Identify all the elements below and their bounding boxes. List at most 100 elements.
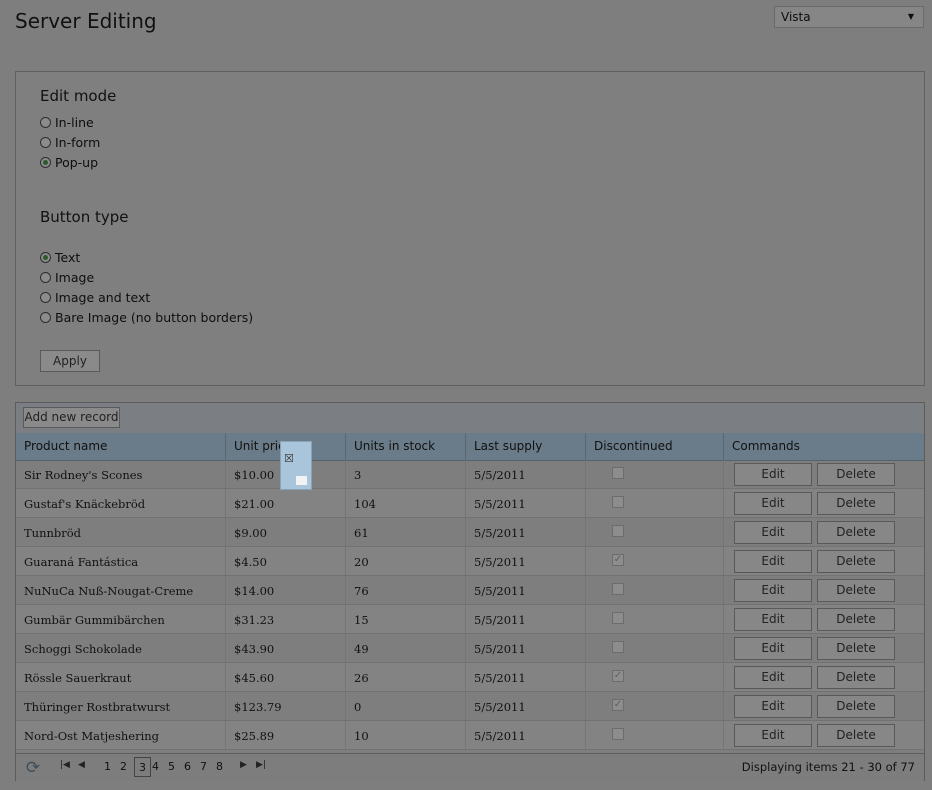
cell-units-in-stock: 3 (346, 460, 466, 488)
page-number-2[interactable]: 2 (120, 760, 127, 773)
cell-last-supply: 5/5/2011 (466, 518, 586, 546)
cell-last-supply: 5/5/2011 (466, 663, 586, 691)
cell-units-in-stock: 61 (346, 518, 466, 546)
table-row[interactable]: Schoggi Schokolade $43.90 49 5/5/2011 Edit De… (16, 634, 924, 663)
cell-unit-price: $123.79 (226, 692, 346, 720)
radio-button[interactable] (40, 156, 51, 168)
button-type-heading: Button type (40, 208, 129, 226)
radio-button[interactable] (40, 291, 51, 303)
discontinued-checkbox (612, 525, 624, 537)
grid-toolbar: Add new record (16, 403, 924, 434)
table-row[interactable]: Nord-Ost Matjeshering $25.89 10 5/5/2011 Edi… (16, 721, 924, 750)
cell-product-name: Gustaf's Knäckebröd (16, 489, 226, 517)
page-number-5[interactable]: 5 (168, 760, 175, 773)
edit-button[interactable]: Edit (734, 521, 812, 544)
table-row[interactable]: Gustaf's Knäckebröd $21.00 104 5/5/2011 Edit… (16, 489, 924, 518)
delete-button[interactable]: Delete (817, 695, 895, 718)
edit-button[interactable]: Edit (734, 492, 812, 515)
delete-button[interactable]: Delete (817, 550, 895, 573)
cell-discontinued (586, 605, 724, 633)
cell-units-in-stock: 20 (346, 547, 466, 575)
radio-button[interactable] (40, 251, 51, 263)
cell-last-supply: 5/5/2011 (466, 692, 586, 720)
table-row[interactable]: Guaraná Fantástica $4.50 20 5/5/2011 ✓ Edit De… (16, 547, 924, 576)
page-number-6[interactable]: 6 (184, 760, 191, 773)
grid-pager: ⟳ |◀ ◀ 12345678 ▶ ▶| Displaying items 21… (16, 753, 924, 781)
delete-button[interactable]: Delete (817, 608, 895, 631)
cell-last-supply: 5/5/2011 (466, 721, 586, 749)
prev-page-icon[interactable]: ◀ (78, 760, 85, 770)
radio-button[interactable] (40, 271, 51, 283)
radio-button[interactable] (40, 116, 51, 128)
delete-button[interactable]: Delete (817, 579, 895, 602)
next-page-icon[interactable]: ▶ (240, 760, 247, 770)
grid-header: Product name Unit price Units in stock L… (16, 433, 924, 461)
column-header-discontinued[interactable]: Discontinued (586, 433, 724, 460)
first-page-icon[interactable]: |◀ (60, 760, 70, 770)
page-number-3[interactable]: 3 (134, 757, 151, 777)
radio-button[interactable] (40, 311, 51, 323)
radio-button-type-image[interactable]: Image (40, 268, 94, 286)
cell-discontinued (586, 692, 724, 720)
radio-edit-mode-inline[interactable]: In-line (40, 113, 94, 131)
edit-button[interactable]: Edit (734, 550, 812, 573)
discontinued-checkbox: ✓ (612, 554, 624, 566)
cell-unit-price: $43.90 (226, 634, 346, 662)
table-row[interactable]: Tunnbröd $9.00 61 5/5/2011 Edit Delete (16, 518, 924, 547)
discontinued-checkbox (612, 728, 624, 740)
table-row[interactable]: Gumbär Gummibärchen $31.23 15 5/5/2011 Edit D… (16, 605, 924, 634)
table-row[interactable]: Rössle Sauerkraut $45.60 26 5/5/2011 ✓ Edit De… (16, 663, 924, 692)
delete-button[interactable]: Delete (817, 724, 895, 747)
delete-button[interactable]: Delete (817, 521, 895, 544)
cell-discontinued (586, 576, 724, 604)
apply-button[interactable]: Apply (40, 350, 100, 372)
edit-button[interactable]: Edit (734, 579, 812, 602)
radio-button-type-image-and-text[interactable]: Image and text (40, 288, 150, 306)
page-number-4[interactable]: 4 (152, 760, 159, 773)
edit-button[interactable]: Edit (734, 637, 812, 660)
last-page-icon[interactable]: ▶| (256, 760, 266, 770)
radio-label: Image (55, 269, 95, 285)
discontinued-checkbox (612, 496, 624, 508)
edit-button[interactable]: Edit (734, 608, 812, 631)
table-row[interactable]: Sir Rodney's Scones $10.00 3 5/5/2011 Edit De… (16, 460, 924, 489)
radio-button-type-text[interactable]: Text (40, 248, 80, 266)
pager-info: Displaying items 21 - 30 of 77 (741, 760, 915, 774)
discontinued-checkbox (612, 467, 624, 479)
delete-button[interactable]: Delete (817, 463, 895, 486)
column-header-units-in-stock[interactable]: Units in stock (346, 433, 466, 460)
add-new-record-button[interactable]: Add new record (23, 407, 120, 428)
cell-discontinued (586, 634, 724, 662)
cell-last-supply: 5/5/2011 (466, 576, 586, 604)
page-number-8[interactable]: 8 (216, 760, 223, 773)
radio-edit-mode-inform[interactable]: In-form (40, 133, 100, 151)
page-title: Server Editing (15, 9, 157, 33)
radio-label: Text (55, 249, 81, 265)
discontinued-checkbox (612, 641, 624, 653)
cell-discontinued (586, 518, 724, 546)
column-header-last-supply[interactable]: Last supply (466, 433, 586, 460)
edit-button[interactable]: Edit (734, 695, 812, 718)
delete-button[interactable]: Delete (817, 492, 895, 515)
radio-edit-mode-popup[interactable]: Pop-up (40, 153, 98, 171)
radio-button-type-bare-image[interactable]: Bare Image (no button borders) (40, 308, 253, 326)
column-header-product-name[interactable]: Product name (16, 433, 226, 460)
cell-last-supply: 5/5/2011 (466, 547, 586, 575)
table-row[interactable]: NuNuCa Nuß-Nougat-Creme $14.00 76 5/5/2011 E… (16, 576, 924, 605)
page-number-1[interactable]: 1 (104, 760, 111, 773)
cell-product-name: Sir Rodney's Scones (16, 460, 226, 488)
edit-button[interactable]: Edit (734, 724, 812, 747)
skin-select[interactable]: Vista ▼ (774, 6, 924, 28)
cell-unit-price: $14.00 (226, 576, 346, 604)
cell-unit-price: $45.60 (226, 663, 346, 691)
page-number-7[interactable]: 7 (200, 760, 207, 773)
refresh-icon[interactable]: ⟳ (23, 758, 43, 778)
edit-button[interactable]: Edit (734, 666, 812, 689)
delete-button[interactable]: Delete (817, 666, 895, 689)
edit-button[interactable]: Edit (734, 463, 812, 486)
table-row[interactable]: Thüringer Rostbratwurst $123.79 0 5/5/2011 ✓… (16, 692, 924, 721)
radio-label: In-line (55, 114, 94, 130)
cell-product-name: Thüringer Rostbratwurst (16, 692, 226, 720)
radio-button[interactable] (40, 136, 51, 148)
delete-button[interactable]: Delete (817, 637, 895, 660)
